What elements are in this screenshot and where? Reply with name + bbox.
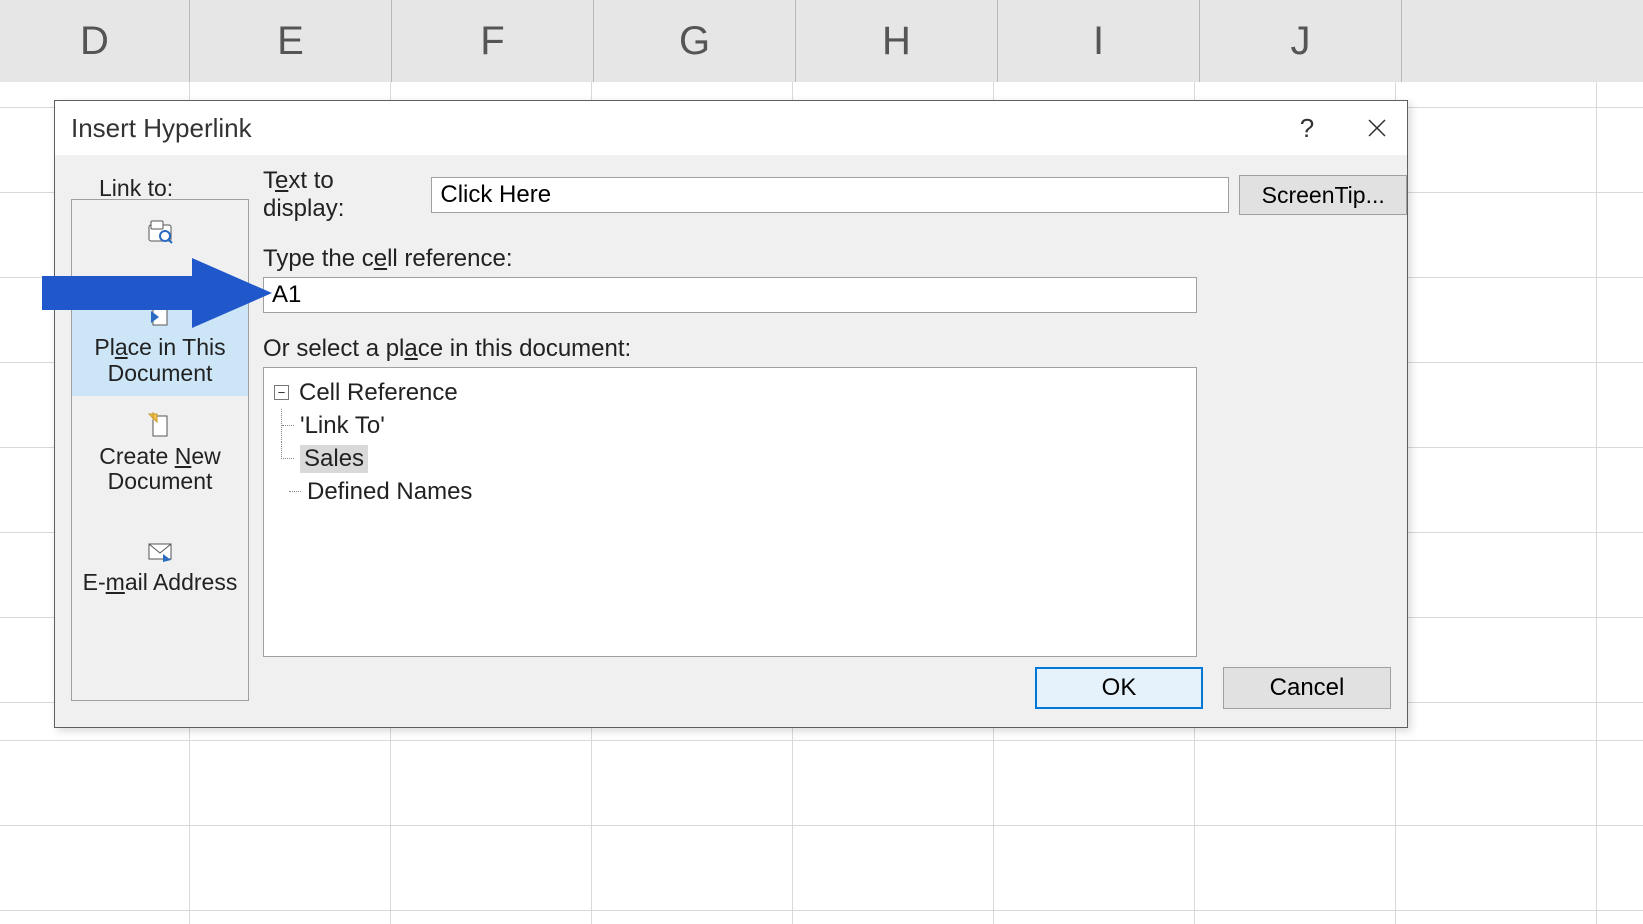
tree-node-label: Defined Names [307, 478, 472, 506]
column-header[interactable]: I [998, 0, 1200, 82]
sidebar-item-label-line2: Document [108, 360, 213, 386]
tree-node-defined-names[interactable]: Defined Names [274, 475, 1186, 508]
ok-button[interactable]: OK [1035, 667, 1203, 709]
new-document-icon [147, 412, 173, 438]
column-header[interactable]: H [796, 0, 998, 82]
dialog-button-row: OK Cancel [1035, 667, 1391, 709]
text-to-display-label: Text to display: [263, 167, 421, 223]
sidebar-item-label: E-mail Address [83, 569, 238, 595]
column-header[interactable]: F [392, 0, 594, 82]
place-tree[interactable]: − Cell Reference 'Link To' Sales Defined… [263, 367, 1197, 657]
column-header[interactable]: J [1200, 0, 1402, 82]
text-to-display-input[interactable] [431, 177, 1229, 213]
sidebar-item-label: Place in This [94, 334, 225, 360]
email-icon [147, 538, 173, 564]
sidebar-item-label-line2: Document [108, 468, 213, 494]
tree-leaf-sales[interactable]: Sales [274, 442, 1186, 475]
column-header[interactable]: E [190, 0, 392, 82]
insert-hyperlink-dialog: Insert Hyperlink ? Link to: . [54, 100, 1408, 728]
collapse-icon[interactable]: − [274, 385, 289, 400]
sidebar-item-email-address[interactable]: E-mail Address [72, 504, 248, 605]
tree-node-label: 'Link To' [300, 412, 385, 440]
column-header[interactable]: D [0, 0, 190, 82]
close-icon [1367, 118, 1387, 138]
tree-node-label: Sales [300, 445, 368, 473]
tree-node-label: Cell Reference [299, 379, 458, 407]
screentip-button[interactable]: ScreenTip... [1239, 175, 1407, 215]
dialog-title: Insert Hyperlink [71, 113, 252, 144]
annotation-arrow-icon [42, 258, 272, 328]
text-to-display-row: Text to display: ScreenTip... [263, 167, 1407, 223]
tree-leaf-link-to[interactable]: 'Link To' [274, 409, 1186, 442]
select-place-label: Or select a place in this document: [263, 335, 1407, 363]
help-button[interactable]: ? [1277, 101, 1337, 155]
sidebar-item-create-new-document[interactable]: Create New Document [72, 396, 248, 505]
link-to-label: Link to: [99, 175, 173, 202]
dialog-title-bar: Insert Hyperlink ? [55, 101, 1407, 155]
existing-file-icon [147, 220, 173, 246]
tree-node-cell-reference[interactable]: − Cell Reference [274, 376, 1186, 409]
cell-reference-input[interactable] [263, 277, 1197, 313]
cell-reference-label: Type the cell reference: [263, 245, 1407, 273]
sidebar-item-label: Create New [99, 443, 220, 469]
column-header[interactable]: G [594, 0, 796, 82]
close-button[interactable] [1347, 101, 1407, 155]
column-headers: D E F G H I J [0, 0, 1643, 82]
cancel-button[interactable]: Cancel [1223, 667, 1391, 709]
